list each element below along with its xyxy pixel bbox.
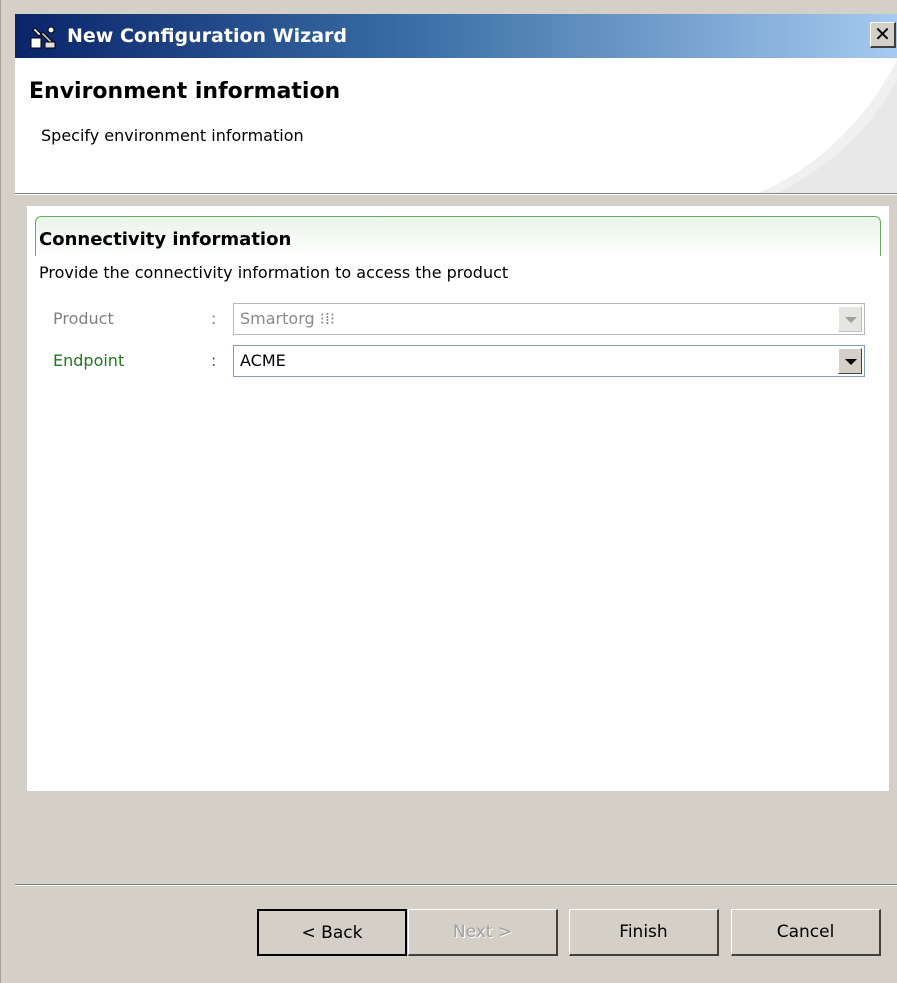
wizard-window: New Configuration Wizard ✕ Environment i… — [0, 0, 897, 983]
title-bar[interactable]: New Configuration Wizard ✕ — [15, 14, 897, 58]
product-value: Smartorg ⁝⁞⁝ — [240, 309, 335, 328]
finish-button[interactable]: Finish — [569, 909, 719, 956]
endpoint-combo[interactable]: ACME — [233, 345, 865, 377]
chevron-down-icon — [845, 359, 857, 365]
section-description: Provide the connectivity information to … — [39, 263, 509, 282]
endpoint-dropdown-button[interactable] — [838, 348, 862, 374]
back-button[interactable]: < Back — [257, 909, 407, 956]
banner-decoration — [758, 59, 897, 193]
page-subtitle: Specify environment information — [41, 126, 304, 145]
section-title: Connectivity information — [39, 229, 292, 250]
product-colon: : — [211, 309, 217, 328]
endpoint-colon: : — [211, 351, 217, 370]
wizard-icon — [30, 26, 56, 49]
product-combo: Smartorg ⁝⁞⁝ — [233, 303, 865, 335]
chevron-down-icon — [845, 317, 857, 323]
content-panel: Connectivity information Provide the con… — [27, 206, 889, 791]
close-button[interactable]: ✕ — [870, 22, 896, 48]
product-dropdown-button — [838, 306, 862, 332]
endpoint-label: Endpoint — [53, 351, 125, 370]
window-title: New Configuration Wizard — [67, 25, 347, 47]
wizard-banner: Environment information Specify environm… — [15, 58, 897, 193]
cancel-button[interactable]: Cancel — [731, 909, 881, 956]
next-button: Next > — [408, 909, 558, 956]
endpoint-value: ACME — [240, 351, 286, 370]
close-icon: ✕ — [874, 22, 891, 46]
banner-divider-highlight — [15, 194, 897, 195]
footer-divider-highlight — [15, 885, 897, 886]
page-title: Environment information — [29, 79, 341, 104]
product-label: Product — [53, 309, 114, 328]
